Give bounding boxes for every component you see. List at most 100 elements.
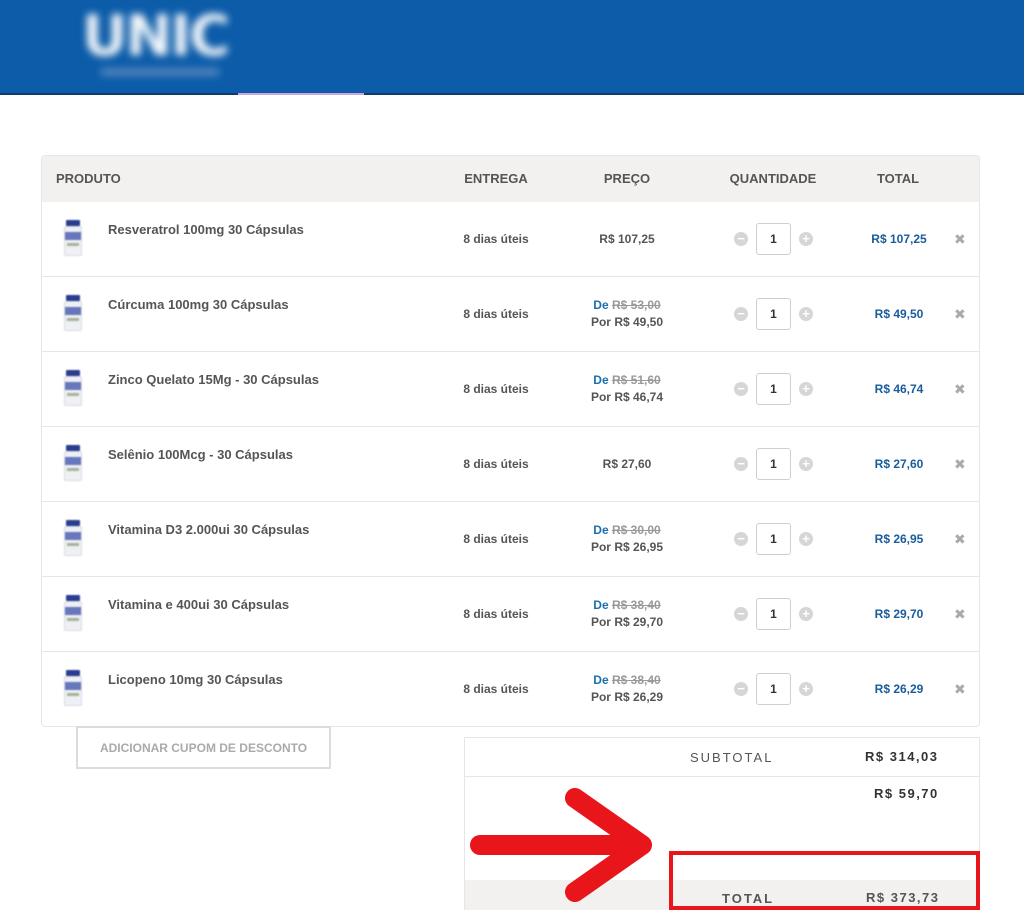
quantity-input[interactable]: [756, 373, 791, 405]
old-price-line: De R$ 53,00: [591, 297, 663, 314]
increase-quantity-button[interactable]: +: [799, 607, 813, 621]
brand-logo[interactable]: UNIC: [82, 4, 242, 84]
red-arrow-annotation: [470, 788, 652, 902]
old-price: R$ 38,40: [611, 598, 661, 612]
bottle-label-stripe: [67, 393, 79, 396]
old-price-line: De R$ 51,60: [591, 372, 663, 389]
quantity-input[interactable]: [756, 223, 791, 255]
remove-item-icon[interactable]: ✖: [954, 456, 966, 473]
por-label: Por: [590, 315, 611, 329]
bottle-body: [64, 301, 82, 331]
product-name[interactable]: Selênio 100Mcg - 30 Cápsulas: [108, 447, 293, 462]
unit-price: R$ 26,29: [614, 690, 664, 704]
unit-price: R$ 27,60: [602, 457, 652, 471]
increase-quantity-button[interactable]: +: [799, 457, 813, 471]
decrease-quantity-button[interactable]: −: [734, 382, 748, 396]
increase-quantity-button[interactable]: +: [799, 382, 813, 396]
old-price-line: De R$ 38,40: [591, 597, 663, 614]
old-price: R$ 51,60: [611, 373, 661, 387]
row-total: R$ 27,60: [874, 457, 924, 471]
table-row: Selênio 100Mcg - 30 Cápsulas 8 dias úteis…: [42, 427, 979, 502]
delivery-time: 8 dias úteis: [463, 532, 529, 546]
column-total: TOTAL: [876, 171, 920, 186]
new-price-line: Por R$ 26,95: [591, 539, 663, 556]
delivery-time: 8 dias úteis: [463, 382, 529, 396]
increase-quantity-button[interactable]: +: [799, 532, 813, 546]
product-thumbnail[interactable]: [62, 295, 84, 333]
new-price-line: Por R$ 46,74: [591, 389, 663, 406]
column-quantity: QUANTIDADE: [729, 171, 817, 186]
logo-tagline: [100, 68, 220, 76]
bottle-body: [64, 376, 82, 406]
new-price-line: Por R$ 29,70: [591, 614, 663, 631]
remove-item-icon[interactable]: ✖: [954, 381, 966, 398]
increase-quantity-button[interactable]: +: [799, 307, 813, 321]
delivery-time: 8 dias úteis: [463, 682, 529, 696]
old-price: R$ 53,00: [611, 298, 661, 312]
decrease-quantity-button[interactable]: −: [734, 232, 748, 246]
price-cell: De R$ 38,40 Por R$ 26,29: [591, 672, 663, 706]
bottle-label: [65, 457, 81, 465]
old-price: R$ 30,00: [611, 523, 661, 537]
decrease-quantity-button[interactable]: −: [734, 682, 748, 696]
product-thumbnail[interactable]: [62, 520, 84, 558]
delivery-time: 8 dias úteis: [463, 307, 529, 321]
new-price-line: Por R$ 26,29: [591, 689, 663, 706]
quantity-input[interactable]: [756, 523, 791, 555]
price-cell: De R$ 51,60 Por R$ 46,74: [591, 372, 663, 406]
product-name[interactable]: Vitamina e 400ui 30 Cápsulas: [108, 597, 289, 612]
product-thumbnail[interactable]: [62, 445, 84, 483]
increase-quantity-button[interactable]: +: [799, 682, 813, 696]
quantity-input[interactable]: [756, 448, 791, 480]
decrease-quantity-button[interactable]: −: [734, 607, 748, 621]
row-total: R$ 26,29: [874, 682, 924, 696]
quantity-input[interactable]: [756, 598, 791, 630]
price-cell: De R$ 30,00 Por R$ 26,95: [591, 522, 663, 556]
decrease-quantity-button[interactable]: −: [734, 457, 748, 471]
remove-item-icon[interactable]: ✖: [954, 231, 966, 248]
de-label: De: [593, 298, 609, 312]
table-row: Cúrcuma 100mg 30 Cápsulas 8 dias úteis De …: [42, 277, 979, 352]
por-label: Por: [590, 540, 611, 554]
product-thumbnail[interactable]: [62, 370, 84, 408]
unit-price: R$ 29,70: [614, 615, 664, 629]
subtotal-value: R$ 314,03: [865, 749, 939, 764]
product-name[interactable]: Cúrcuma 100mg 30 Cápsulas: [108, 297, 289, 312]
row-total: R$ 26,95: [874, 532, 924, 546]
remove-item-icon[interactable]: ✖: [954, 681, 966, 698]
table-row: Vitamina D3 2.000ui 30 Cápsulas 8 dias út…: [42, 502, 979, 577]
product-name[interactable]: Zinco Quelato 15Mg - 30 Cápsulas: [108, 372, 319, 387]
bottle-body: [64, 526, 82, 556]
bottle-label-stripe: [67, 243, 79, 246]
product-thumbnail[interactable]: [62, 595, 84, 633]
delivery-time: 8 dias úteis: [463, 607, 529, 621]
decrease-quantity-button[interactable]: −: [734, 532, 748, 546]
header-border: [0, 93, 1024, 95]
product-name[interactable]: Vitamina D3 2.000ui 30 Cápsulas: [108, 522, 309, 537]
por-label: Por: [590, 615, 611, 629]
table-row: Licopeno 10mg 30 Cápsulas 8 dias úteis De …: [42, 652, 979, 726]
bottle-body: [64, 601, 82, 631]
quantity-input[interactable]: [756, 673, 791, 705]
product-name[interactable]: Licopeno 10mg 30 Cápsulas: [108, 672, 283, 687]
unit-price: R$ 107,25: [599, 232, 655, 246]
bottle-label: [65, 532, 81, 540]
remove-item-icon[interactable]: ✖: [954, 531, 966, 548]
table-row: Zinco Quelato 15Mg - 30 Cápsulas 8 dias ú…: [42, 352, 979, 427]
product-thumbnail[interactable]: [62, 220, 84, 258]
remove-item-icon[interactable]: ✖: [954, 606, 966, 623]
add-coupon-button[interactable]: ADICIONAR CUPOM DE DESCONTO: [76, 726, 331, 769]
column-product: PRODUTO: [56, 171, 121, 186]
increase-quantity-button[interactable]: +: [799, 232, 813, 246]
bottle-label-stripe: [67, 543, 79, 546]
remove-item-icon[interactable]: ✖: [954, 306, 966, 323]
column-price: PREÇO: [603, 171, 651, 186]
bottle-body: [64, 676, 82, 706]
price-cell: De R$ 38,40 Por R$ 29,70: [591, 597, 663, 631]
product-thumbnail[interactable]: [62, 670, 84, 708]
product-name[interactable]: Resveratrol 100mg 30 Cápsulas: [108, 222, 304, 237]
table-row: Resveratrol 100mg 30 Cápsulas 8 dias útei…: [42, 202, 979, 277]
total-highlight-box: [669, 851, 980, 910]
quantity-input[interactable]: [756, 298, 791, 330]
decrease-quantity-button[interactable]: −: [734, 307, 748, 321]
